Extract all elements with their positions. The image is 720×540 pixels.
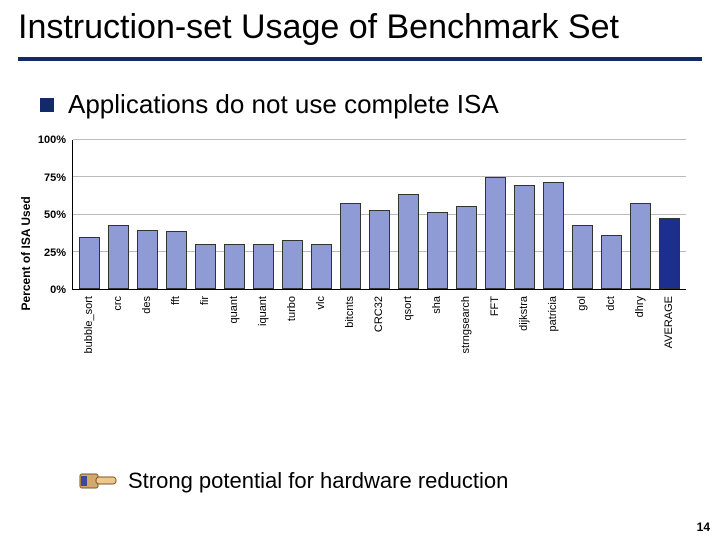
- bar: [137, 230, 158, 290]
- ytick: 100%: [38, 134, 66, 146]
- x-tick-label: turbo: [281, 292, 302, 374]
- bar: [572, 225, 593, 289]
- bar: [224, 244, 245, 289]
- x-tick-label: FFT: [485, 292, 506, 374]
- x-tick-label: patricia: [543, 292, 564, 374]
- bar: [195, 244, 216, 289]
- bar: [543, 182, 564, 289]
- bullet-row: Applications do not use complete ISA: [0, 61, 720, 124]
- bar: [630, 203, 651, 289]
- bar: [485, 177, 506, 289]
- bar: [456, 206, 477, 289]
- callout-text: Strong potential for hardware reduction: [128, 468, 508, 494]
- callout: Strong potential for hardware reduction: [78, 466, 508, 496]
- bar: [398, 194, 419, 289]
- chart: Percent of ISA Used 0% 25% 50% 75% 100% …: [72, 140, 686, 378]
- x-tick-label: sha: [427, 292, 448, 374]
- y-axis-label: Percent of ISA Used: [19, 196, 33, 310]
- bar: [340, 203, 361, 289]
- pointing-hand-icon: [78, 466, 118, 496]
- bar: [108, 225, 129, 289]
- x-tick-label: dhry: [630, 292, 651, 374]
- x-tick-label: bitcnts: [339, 292, 360, 374]
- x-tick-label: fir: [194, 292, 215, 374]
- bar: [601, 235, 622, 289]
- x-tick-label: AVERAGE: [659, 292, 680, 374]
- bar: [514, 185, 535, 289]
- x-tick-label: vlc: [310, 292, 331, 374]
- bar: [311, 244, 332, 289]
- bullet-text: Applications do not use complete ISA: [68, 89, 499, 120]
- x-tick-label: CRC32: [368, 292, 389, 374]
- x-tick-label: strngsearch: [456, 292, 477, 374]
- plot-area: [72, 140, 686, 290]
- x-tick-label: des: [136, 292, 157, 374]
- ytick: 0%: [50, 284, 66, 296]
- bar: [427, 212, 448, 289]
- x-tick-label: gol: [572, 292, 593, 374]
- x-tick-label: quant: [223, 292, 244, 374]
- bar: [166, 231, 187, 289]
- bar: [253, 244, 274, 289]
- bar: [79, 237, 100, 289]
- x-tick-label: bubble_sort: [78, 292, 99, 374]
- x-tick-label: dct: [601, 292, 622, 374]
- bar: [659, 218, 680, 290]
- ytick: 75%: [44, 172, 66, 184]
- ytick: 25%: [44, 247, 66, 259]
- bar: [282, 240, 303, 289]
- x-tick-label: fft: [165, 292, 186, 374]
- ytick: 50%: [44, 209, 66, 221]
- x-tick-label: crc: [107, 292, 128, 374]
- x-tick-label: dijkstra: [514, 292, 535, 374]
- page-number: 14: [697, 520, 710, 534]
- page-title: Instruction-set Usage of Benchmark Set: [0, 0, 720, 53]
- x-tick-label: iquant: [252, 292, 273, 374]
- bar: [369, 210, 390, 289]
- bullet-icon: [40, 98, 54, 112]
- x-tick-label: qsort: [398, 292, 419, 374]
